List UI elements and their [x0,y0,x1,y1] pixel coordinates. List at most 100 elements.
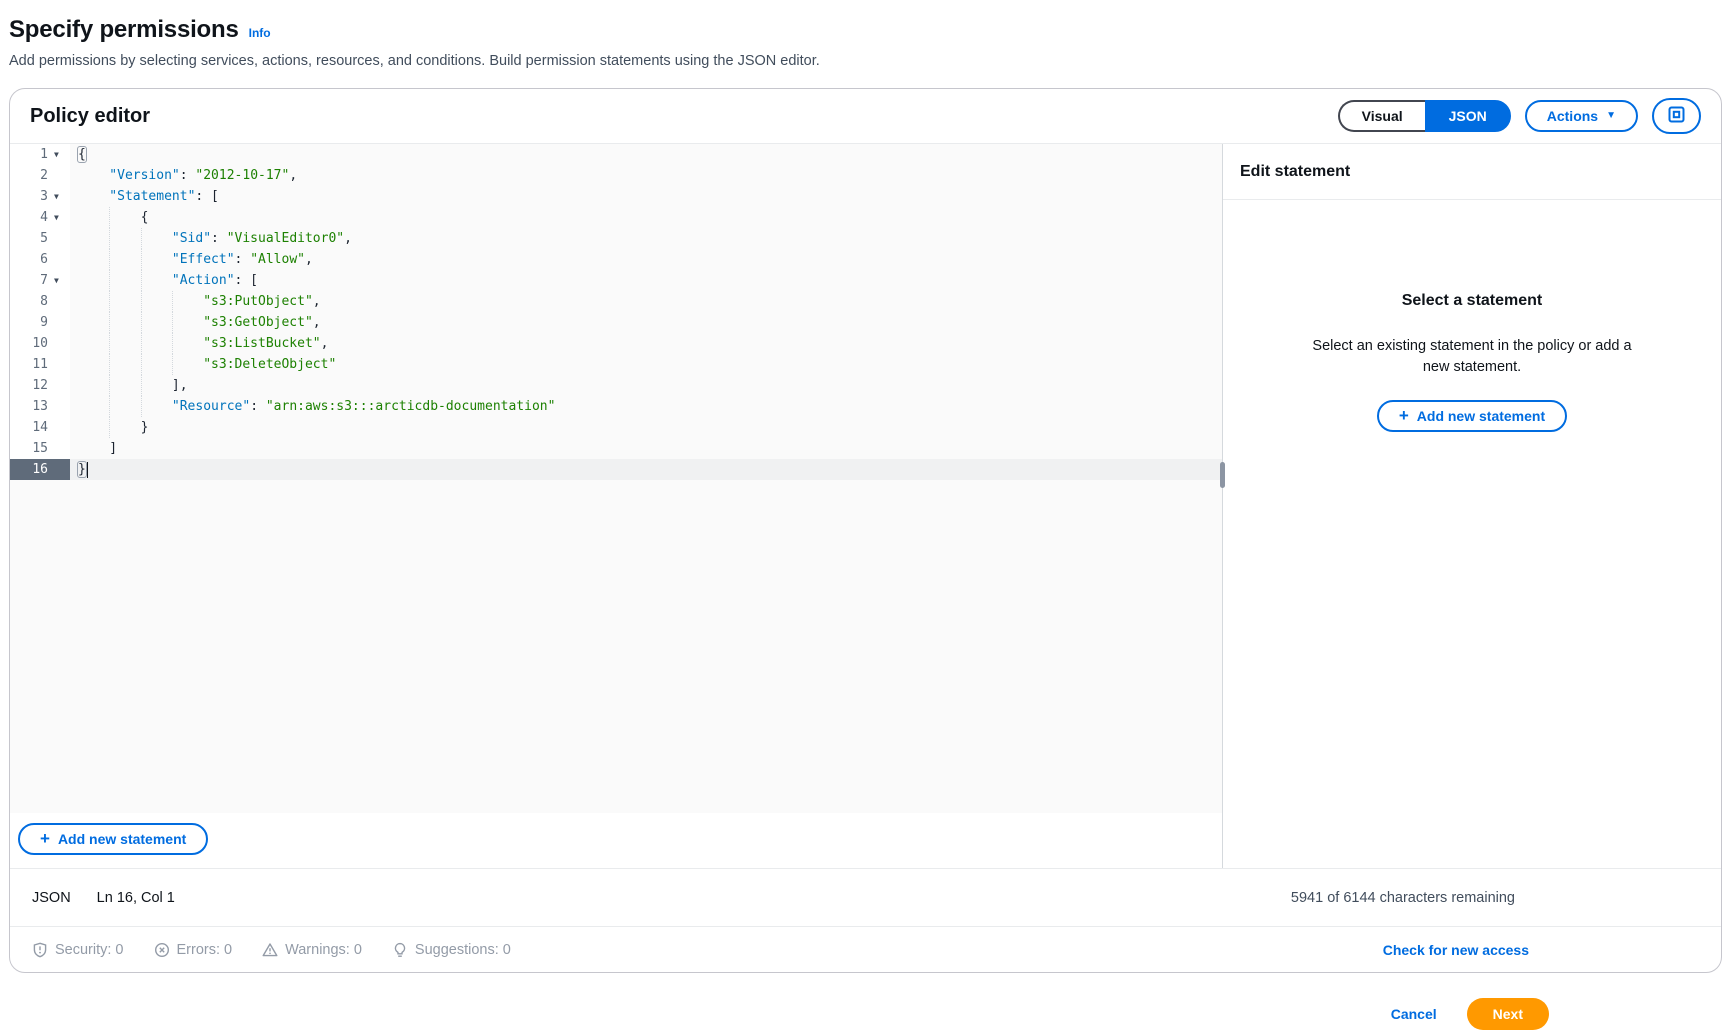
line-number: 5 [10,228,54,249]
next-button[interactable]: Next [1467,998,1549,1030]
check-for-new-access-link[interactable]: Check for new access [1383,942,1529,958]
validation-item-label: Suggestions: 0 [415,942,511,958]
code-line[interactable]: 1▼{ [10,144,1222,165]
line-number: 15 [10,438,54,459]
line-gutter: 13 [10,396,70,417]
line-gutter: 8 [10,291,70,312]
actions-button[interactable]: Actions ▼ [1525,100,1638,132]
empty-state-title: Select a statement [1402,292,1543,310]
json-key: "Effect" [172,252,235,267]
code-line-content: "Statement": [ [70,186,1222,207]
header-controls: Visual JSON Actions ▼ [1338,98,1701,134]
editor-mode-toggle: Visual JSON [1338,100,1511,132]
indent-guide [172,333,173,354]
line-number: 9 [10,312,54,333]
json-punctuation: { [141,210,149,225]
code-area[interactable]: 1▼{2"Version": "2012-10-17",3▼"Statement… [10,144,1222,813]
edit-statement-empty-state: Select a statement Select an existing st… [1223,200,1721,868]
bulb-icon [392,942,408,958]
json-punctuation: : [235,252,251,267]
policy-editor-header: Policy editor Visual JSON Actions ▼ [10,89,1721,144]
json-string: "VisualEditor0" [227,231,344,246]
validation-item: Warnings: 0 [262,942,362,958]
actions-button-label: Actions [1547,108,1598,124]
code-line[interactable]: 6"Effect": "Allow", [10,249,1222,270]
code-line-content: "s3:GetObject", [70,312,1222,333]
line-number: 11 [10,354,54,375]
validation-item: Security: 0 [32,942,124,958]
code-line[interactable]: 5 "Sid": "VisualEditor0", [10,228,1222,249]
code-line[interactable]: 11"s3:DeleteObject" [10,354,1222,375]
shield-icon [32,942,48,958]
panel-divider [1222,144,1223,868]
fold-toggle-icon[interactable]: ▼ [54,144,70,165]
title-line: Specify permissions Info [9,16,1722,44]
indent-guide [172,312,173,333]
policy-editor-card: Policy editor Visual JSON Actions ▼ 1▼{2… [9,88,1722,973]
json-punctuation: } [77,461,87,478]
json-string: "s3:GetObject" [203,315,313,330]
line-gutter: 11 [10,354,70,375]
editor-split: 1▼{2"Version": "2012-10-17",3▼"Statement… [10,144,1721,868]
json-key: "Statement" [109,189,195,204]
indent-guide [141,312,142,333]
json-punctuation: , [305,252,313,267]
line-number: 14 [10,417,54,438]
cursor-position-label: Ln 16, Col 1 [97,890,175,906]
code-line[interactable]: 16} [10,459,1222,480]
code-line[interactable]: 8"s3:PutObject", [10,291,1222,312]
code-line[interactable]: 13"Resource": "arn:aws:s3:::arcticdb-doc… [10,396,1222,417]
status-left: JSON Ln 16, Col 1 [32,890,175,906]
code-line[interactable]: 7▼"Action": [ [10,270,1222,291]
text-cursor [87,462,88,478]
indent-guide [109,396,110,417]
fold-toggle-icon[interactable]: ▼ [54,207,70,228]
code-line[interactable]: 14} [10,417,1222,438]
fold-toggle-icon[interactable]: ▼ [54,186,70,207]
line-gutter: 16 [10,459,70,480]
code-line-content: } [70,459,1222,480]
panel-add-new-statement-button[interactable]: + Add new statement [1377,400,1567,432]
code-line-content: { [70,144,1222,165]
code-line-content: ] [70,438,1222,459]
plus-icon: + [40,833,50,845]
line-gutter: 14 [10,417,70,438]
indent-guide [109,228,110,249]
line-gutter: 5 [10,228,70,249]
error-circle-icon [154,942,170,958]
fold-toggle-icon[interactable]: ▼ [54,270,70,291]
info-link[interactable]: Info [249,26,271,40]
warning-triangle-icon [262,942,278,958]
editor-language-label: JSON [32,890,71,906]
code-line-content: "s3:PutObject", [70,291,1222,312]
code-line[interactable]: 4▼{ [10,207,1222,228]
json-punctuation: : [180,168,196,183]
code-line[interactable]: 3▼"Statement": [ [10,186,1222,207]
json-punctuation: , [344,231,352,246]
json-string: "Allow" [250,252,305,267]
code-line[interactable]: 10"s3:ListBucket", [10,333,1222,354]
tab-json[interactable]: JSON [1425,100,1511,132]
indent-guide [141,228,142,249]
line-number: 3 [10,186,54,207]
json-punctuation: : [ [235,273,258,288]
code-line[interactable]: 9 "s3:GetObject", [10,312,1222,333]
maximize-icon [1668,106,1685,126]
code-line-content: "Sid": "VisualEditor0", [70,228,1222,249]
wizard-footer: Cancel Next [0,973,1731,1030]
cancel-button[interactable]: Cancel [1391,1006,1437,1022]
json-key: "Resource" [172,399,250,414]
chevron-down-icon: ▼ [1606,108,1616,124]
tab-visual[interactable]: Visual [1338,100,1425,132]
code-line[interactable]: 12], [10,375,1222,396]
code-line[interactable]: 15] [10,438,1222,459]
line-gutter: 7▼ [10,270,70,291]
expand-editor-button[interactable] [1652,98,1701,134]
json-string: "s3:PutObject" [203,294,313,309]
edit-statement-title: Edit statement [1223,144,1721,200]
code-line[interactable]: 2"Version": "2012-10-17", [10,165,1222,186]
json-punctuation: : [211,231,227,246]
add-new-statement-button[interactable]: + Add new statement [18,823,208,855]
indent-guide [109,354,110,375]
panel-resize-handle[interactable] [1220,462,1225,488]
